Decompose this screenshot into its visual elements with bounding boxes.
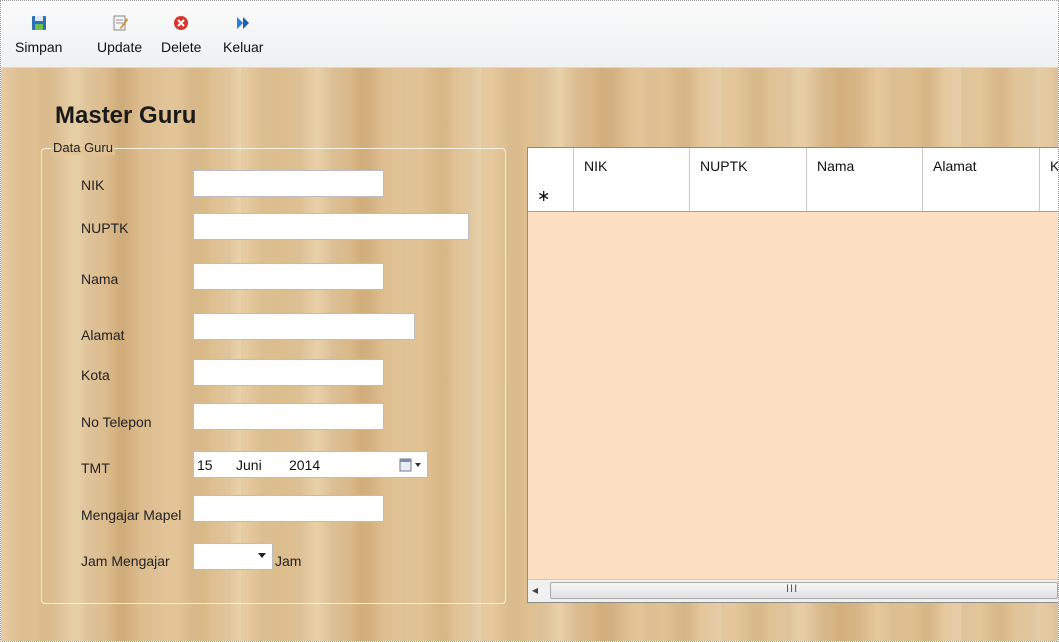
column-header-nama[interactable]: Nama <box>807 148 923 180</box>
cell-nuptk[interactable] <box>690 180 807 211</box>
cell-alamat[interactable] <box>923 180 1040 211</box>
mengajar-mapel-label: Mengajar Mapel <box>81 507 182 523</box>
new-row[interactable]: ∗ <box>528 180 1058 212</box>
row-header[interactable]: ∗ <box>528 180 574 211</box>
column-header-alamat[interactable]: Alamat <box>923 148 1040 180</box>
nama-label: Nama <box>81 271 119 287</box>
cell-nik[interactable] <box>574 180 690 211</box>
scroll-left-icon[interactable]: ◂ <box>532 583 538 597</box>
exit-button[interactable]: Keluar <box>223 7 263 61</box>
update-label: Update <box>97 39 143 55</box>
no-telepon-label: No Telepon <box>81 414 152 430</box>
update-button[interactable]: Update <box>97 7 142 61</box>
cell-kota[interactable] <box>1040 180 1058 211</box>
new-row-marker-icon: ∗ <box>537 188 551 205</box>
delete-button[interactable]: Delete <box>161 7 201 61</box>
jam-mengajar-select[interactable] <box>193 543 273 570</box>
column-header-nik[interactable]: NIK <box>574 148 690 180</box>
tmt-day[interactable]: 15 <box>197 457 213 473</box>
scrollbar-thumb[interactable] <box>550 582 1058 599</box>
mengajar-mapel-input[interactable] <box>193 495 384 522</box>
save-label: Simpan <box>15 39 63 55</box>
nama-input[interactable] <box>193 263 384 290</box>
jam-mengajar-label: Jam Mengajar <box>81 553 170 569</box>
alamat-input[interactable] <box>193 313 415 340</box>
calendar-dropdown-icon[interactable] <box>399 457 423 473</box>
page-title: Master Guru <box>55 102 197 129</box>
toolbar: Simpan Update Delete Keluar <box>1 1 1058 68</box>
save-button[interactable]: Simpan <box>15 7 62 61</box>
column-header-nuptk[interactable]: NUPTK <box>690 148 807 180</box>
grid-header: NIK NUPTK Nama Alamat Ko <box>528 148 1058 181</box>
nuptk-label: NUPTK <box>81 220 129 236</box>
group-legend: Data Guru <box>51 140 115 155</box>
cell-nama[interactable] <box>807 180 923 211</box>
delete-label: Delete <box>161 39 202 55</box>
kota-input[interactable] <box>193 359 384 386</box>
nik-input[interactable] <box>193 170 384 197</box>
tmt-label: TMT <box>81 460 110 476</box>
kota-label: Kota <box>81 367 110 383</box>
row-header-corner <box>528 148 574 180</box>
nik-label: NIK <box>81 177 105 193</box>
window: Simpan Update Delete Keluar Master Guru … <box>0 0 1059 642</box>
delete-icon <box>174 16 189 30</box>
tmt-month[interactable]: Juni <box>236 457 262 473</box>
chevron-down-icon[interactable] <box>258 553 266 558</box>
horizontal-scrollbar[interactable]: ◂ III <box>528 579 1058 602</box>
exit-label: Keluar <box>223 39 264 55</box>
column-header-kota[interactable]: Ko <box>1040 148 1058 180</box>
nuptk-input[interactable] <box>193 213 469 240</box>
jam-unit-label: Jam <box>275 553 302 569</box>
tmt-year[interactable]: 2014 <box>289 457 320 473</box>
save-icon <box>31 16 46 30</box>
exit-icon <box>237 17 250 29</box>
tmt-date-picker[interactable]: 15 Juni 2014 <box>193 451 428 478</box>
update-icon <box>113 15 128 31</box>
guru-data-grid[interactable]: NIK NUPTK Nama Alamat Ko ∗ ◂ III <box>527 147 1058 603</box>
alamat-label: Alamat <box>81 327 125 343</box>
no-telepon-input[interactable] <box>193 403 384 430</box>
scrollbar-grip: III <box>786 583 799 595</box>
